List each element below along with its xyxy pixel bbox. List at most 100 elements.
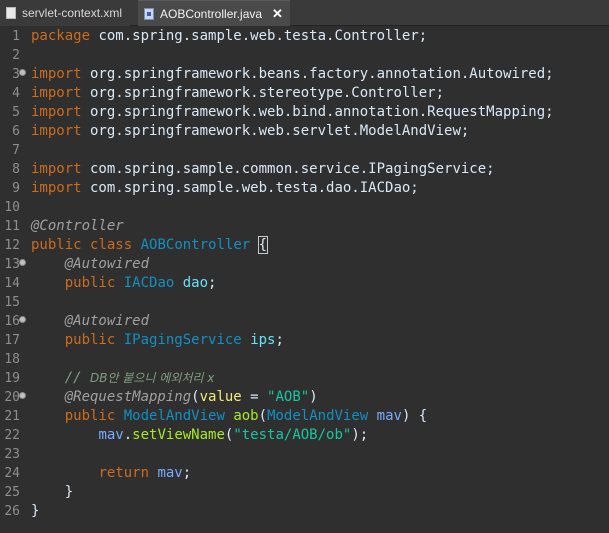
code-editor[interactable]: 1 package com.spring.sample.web.testa.Con… (0, 27, 609, 533)
code-text: } (31, 483, 73, 502)
token: ; (182, 465, 192, 481)
code-text: @Controller (31, 217, 124, 236)
line-number: 1 (12, 29, 20, 44)
code-line[interactable]: 23 (0, 445, 609, 464)
tab-label: servlet-context.xml (22, 6, 123, 20)
code-line[interactable]: 25 } (0, 483, 609, 502)
line-number: 10 (4, 200, 20, 215)
token: IPagingService (123, 332, 242, 348)
token-comment: DB안 붙으니 에외처리 x (90, 371, 215, 385)
token: ( (258, 408, 268, 424)
code-line[interactable]: 14 public IACDao dao; (0, 274, 609, 293)
close-icon[interactable]: ✕ (272, 7, 283, 20)
code-line[interactable]: 22 mav.setViewName("testa/AOB/ob"); (0, 426, 609, 445)
code-line[interactable]: 7 (0, 141, 609, 160)
code-text: public class AOBController { (31, 236, 269, 255)
token: ) (309, 389, 318, 405)
token: "AOB" (267, 389, 310, 405)
code-line[interactable]: 17 public IPagingService ips; (0, 331, 609, 350)
code-line[interactable]: 11 @Controller (0, 217, 609, 236)
token: "testa/AOB/ob" (233, 427, 352, 443)
code-line[interactable]: 1 package com.spring.sample.web.testa.Con… (0, 27, 609, 46)
code-line[interactable]: 26} (0, 502, 609, 521)
tab-servlet-context-xml[interactable]: servlet-context.xml (0, 0, 130, 26)
line-number: 9 (12, 181, 20, 196)
tab-aobcontroller-java[interactable]: AOBController.java ✕ (138, 0, 290, 26)
token: ); (351, 427, 369, 443)
token: org.springframework.stereotype.Controlle… (81, 85, 445, 101)
code-text: import com.spring.sample.common.service.… (31, 160, 495, 179)
line-number: 3 (12, 67, 20, 82)
editor-tab-bar: servlet-context.xml AOBController.java ✕ (0, 0, 609, 26)
line-number: 2 (12, 48, 20, 63)
token: org.springframework.web.servlet.ModelAnd… (81, 123, 470, 139)
code-line[interactable]: 18 (0, 350, 609, 369)
token: ; (275, 332, 284, 348)
token: mav (376, 408, 402, 424)
code-line[interactable]: 15 (0, 293, 609, 312)
token: public (64, 275, 116, 291)
token: ( (191, 389, 200, 405)
line-number: 22 (4, 428, 20, 443)
token: org.springframework.beans.factory.annota… (81, 66, 554, 82)
fold-toggle-icon[interactable] (19, 259, 26, 266)
token: ; (208, 275, 217, 291)
code-line[interactable]: 3 import org.springframework.beans.factor… (0, 65, 609, 84)
code-text: public IPagingService ips; (31, 331, 284, 350)
token: @Autowired (64, 256, 150, 272)
code-text: @Autowired (31, 312, 149, 331)
code-line[interactable]: 4 import org.springframework.stereotype.C… (0, 84, 609, 103)
token: public (31, 237, 82, 253)
token: ModelAndView (267, 408, 369, 424)
token: class (90, 237, 133, 253)
code-text: @Autowired (31, 255, 149, 274)
token: public (64, 408, 116, 424)
code-line[interactable]: 13 @Autowired (0, 255, 609, 274)
code-line[interactable]: 10 (0, 198, 609, 217)
code-line[interactable]: 24 return mav; (0, 464, 609, 483)
token: value (199, 389, 242, 405)
code-text: @RequestMapping(value = "AOB") (31, 388, 318, 407)
code-text: return mav; (31, 464, 191, 483)
line-number: 26 (4, 504, 20, 519)
code-line[interactable]: 8 import com.spring.sample.common.service… (0, 160, 609, 179)
line-number: 21 (4, 409, 20, 424)
code-text: mav.setViewName("testa/AOB/ob"); (31, 426, 368, 445)
code-editor-window: servlet-context.xml AOBController.java ✕… (0, 0, 609, 533)
code-line[interactable]: 6 import org.springframework.web.servlet.… (0, 122, 609, 141)
token: package (31, 28, 91, 44)
line-number: 16 (4, 314, 20, 329)
code-text: import org.springframework.stereotype.Co… (31, 84, 444, 103)
token: import (31, 180, 82, 196)
code-line[interactable]: 9 import com.spring.sample.web.testa.dao.… (0, 179, 609, 198)
token: import (31, 104, 82, 120)
code-text: // DB안 붙으니 에외처리 x (31, 369, 215, 388)
code-line[interactable]: 5 import org.springframework.web.bind.ann… (0, 103, 609, 122)
code-text: package com.spring.sample.web.testa.Cont… (31, 27, 427, 46)
line-number: 4 (12, 86, 20, 101)
fold-toggle-icon[interactable] (19, 69, 26, 76)
code-line[interactable]: 16 @Autowired (0, 312, 609, 331)
token: org.springframework.web.bind.annotation.… (81, 104, 554, 120)
code-line[interactable]: 2 (0, 46, 609, 65)
code-line[interactable]: 20 @RequestMapping(value = "AOB") (0, 388, 609, 407)
fold-toggle-icon[interactable] (19, 392, 26, 399)
line-number: 20 (4, 390, 20, 405)
token: ips (250, 332, 276, 348)
code-text: import org.springframework.beans.factory… (31, 65, 554, 84)
fold-toggle-icon[interactable] (19, 316, 26, 323)
code-line[interactable]: 12 public class AOBController { (0, 236, 609, 255)
code-line[interactable]: 19 // DB안 붙으니 에외처리 x (0, 369, 609, 388)
code-line[interactable]: 21 public ModelAndView aob(ModelAndView … (0, 407, 609, 426)
